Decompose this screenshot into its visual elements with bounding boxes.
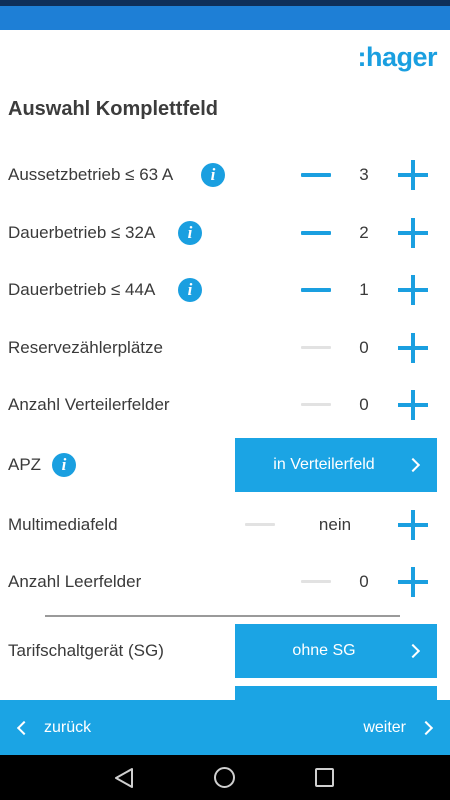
increment-button[interactable]	[398, 333, 428, 363]
row-label: Aussetzbetrieb ≤ 63 A	[8, 165, 174, 184]
counter-value: 3	[359, 165, 369, 184]
page-title: Auswahl Komplettfeld	[8, 98, 219, 120]
row-anzahl-verteilerfelder: Anzahl Verteilerfelder 0	[0, 385, 450, 425]
info-icon[interactable]: i	[201, 163, 225, 187]
decrement-button[interactable]	[301, 288, 331, 292]
increment-button[interactable]	[398, 567, 428, 597]
decrement-button	[301, 580, 331, 583]
next-label: weiter	[363, 718, 406, 736]
row-anzahl-leerfelder: Anzahl Leerfelder 0	[0, 562, 450, 602]
row-label: Tarifschaltgerät (SG)	[8, 641, 164, 660]
decrement-button	[301, 346, 331, 349]
recent-apps-icon[interactable]	[315, 768, 334, 787]
bottom-nav-bar: zurück weiter	[0, 700, 450, 755]
hager-logo: :hager	[357, 42, 437, 72]
next-button[interactable]: weiter	[300, 700, 450, 755]
counter-value: 0	[359, 395, 369, 414]
increment-button[interactable]	[398, 510, 428, 540]
home-circle-icon[interactable]	[214, 767, 235, 788]
back-button[interactable]: zurück	[0, 700, 150, 755]
system-nav-bar	[0, 755, 450, 800]
counter-value: 0	[359, 572, 369, 591]
decrement-button[interactable]	[301, 231, 331, 235]
row-multimediafeld: Multimediafeld nein	[0, 505, 450, 545]
row-label: Dauerbetrieb ≤ 44A	[8, 280, 156, 299]
back-triangle-icon[interactable]	[112, 767, 136, 789]
increment-button[interactable]	[398, 218, 428, 248]
row-apz: APZ i in Verteilerfeld	[0, 438, 450, 492]
increment-button[interactable]	[398, 390, 428, 420]
increment-button[interactable]	[398, 160, 428, 190]
row-dauerbetrieb-32a: Dauerbetrieb ≤ 32A i 2	[0, 213, 450, 253]
row-label: Anzahl Verteilerfelder	[8, 395, 170, 414]
apz-select-button[interactable]: in Verteilerfeld	[235, 438, 437, 492]
counter-value: 0	[359, 338, 369, 357]
info-icon[interactable]: i	[52, 453, 76, 477]
chevron-left-icon	[16, 720, 32, 735]
divider	[45, 615, 400, 617]
sg-select-button[interactable]: ohne SG	[235, 624, 437, 678]
decrement-button[interactable]	[301, 173, 331, 177]
row-label: Dauerbetrieb ≤ 32A	[8, 223, 156, 242]
select-value: ohne SG	[292, 642, 356, 659]
row-dauerbetrieb-44a: Dauerbetrieb ≤ 44A i 1	[0, 270, 450, 310]
row-reservezaehlerplaetze: Reservezählerplätze 0	[0, 328, 450, 368]
info-icon[interactable]: i	[178, 278, 202, 302]
decrement-button	[245, 523, 275, 526]
counter-value: 2	[359, 223, 369, 242]
row-tarifschaltgeraet: Tarifschaltgerät (SG) ohne SG	[0, 624, 450, 678]
row-label: Anzahl Leerfelder	[8, 572, 142, 591]
select-value: in Verteilerfeld	[273, 456, 375, 473]
chevron-right-icon	[418, 720, 434, 735]
increment-button[interactable]	[398, 275, 428, 305]
row-label: Reservezählerplätze	[8, 338, 163, 357]
app-bar	[0, 6, 450, 30]
counter-value: nein	[318, 515, 352, 534]
next-select-button-partial[interactable]	[235, 686, 437, 700]
decrement-button	[301, 403, 331, 406]
counter-value: 1	[359, 280, 369, 299]
row-aussetzbetrieb: Aussetzbetrieb ≤ 63 A i 3	[0, 155, 450, 195]
info-icon[interactable]: i	[178, 221, 202, 245]
row-label: Multimediafeld	[8, 515, 118, 534]
back-label: zurück	[44, 718, 92, 736]
row-label: APZ	[8, 455, 42, 474]
